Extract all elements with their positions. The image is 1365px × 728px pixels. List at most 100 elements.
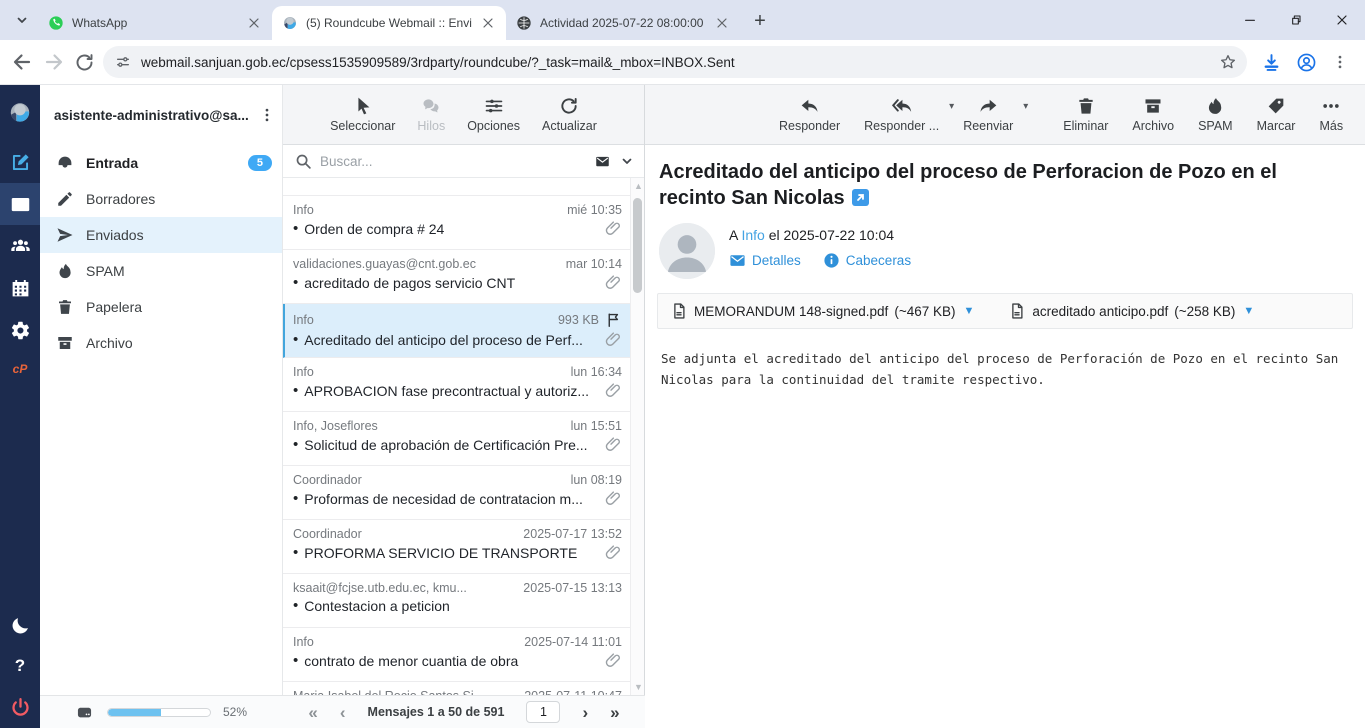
attachment-menu-caret-icon[interactable]: ▼ [964, 305, 975, 317]
new-tab-button[interactable]: + [746, 7, 774, 35]
message-row[interactable]: Info2025-07-14 11:01•contrato de menor c… [283, 628, 630, 682]
reader-reply-button[interactable]: Responder [773, 92, 846, 137]
attachment-size: (~467 KB) [894, 304, 955, 319]
address-bar[interactable]: webmail.sanjuan.gob.ec/cpsess1535909589/… [103, 46, 1247, 78]
reader-trash-button[interactable]: Eliminar [1057, 92, 1114, 137]
tab-title: (5) Roundcube Webmail :: Envia [306, 16, 472, 30]
message-row[interactable]: Info, Josefloreslun 15:51•Solicitud de a… [283, 412, 630, 466]
browser-tab-1[interactable]: WhatsApp [38, 6, 272, 40]
reader-archive-button[interactable]: Archivo [1126, 92, 1180, 137]
restore-button[interactable] [1273, 0, 1319, 40]
scroll-down-icon[interactable]: ▼ [634, 683, 642, 691]
attachment-name[interactable]: acreditado anticipo.pdf [1032, 304, 1168, 319]
reader-more-button[interactable]: Más [1313, 92, 1349, 137]
reply-all-icon [892, 96, 912, 116]
forward-icon[interactable] [42, 50, 66, 74]
search-options-chevron-icon[interactable] [620, 154, 634, 168]
settings-nav-button[interactable] [0, 309, 40, 351]
bookmark-star-icon[interactable] [1219, 53, 1237, 71]
message-row[interactable]: •Información financiera solicitada por B… [283, 178, 630, 196]
attachment-chip[interactable]: acreditado anticipo.pdf(~258 KB)▼ [1008, 302, 1254, 320]
scrollbar-thumb[interactable] [633, 198, 642, 293]
list-scrollbar[interactable]: ▲ ▼ [630, 178, 644, 695]
tab-search-button[interactable] [8, 6, 36, 34]
message-row[interactable]: Info993 KB•Acreditado del anticipo del p… [283, 304, 630, 358]
profile-icon[interactable] [1296, 52, 1317, 73]
list-threads-button[interactable]: Hilos [411, 92, 451, 137]
message-row[interactable]: ksaait@fcjse.utb.edu.ec, kmu...2025-07-1… [283, 574, 630, 628]
account-menu-icon[interactable] [258, 106, 276, 124]
attachment-name[interactable]: MEMORANDUM 148-signed.pdf [694, 304, 888, 319]
headers-toggle[interactable]: Cabeceras [823, 252, 911, 269]
help-button[interactable]: ? [15, 646, 25, 686]
message-date: 993 KB [558, 313, 599, 327]
junk-icon [56, 262, 74, 280]
browser-menu-icon[interactable] [1331, 53, 1349, 71]
contacts-nav-button[interactable] [0, 225, 40, 267]
last-page-button[interactable]: » [610, 704, 619, 721]
minimize-button[interactable] [1227, 0, 1273, 40]
sidebar-item-papelera[interactable]: Papelera [40, 289, 282, 325]
first-page-button[interactable]: « [308, 704, 317, 721]
attachment-menu-caret-icon[interactable]: ▼ [1243, 305, 1254, 317]
logout-button[interactable] [0, 686, 40, 728]
dropdown-caret-icon[interactable]: ▾ [1023, 101, 1028, 112]
downloads-icon[interactable] [1261, 52, 1282, 73]
reader-junk-button[interactable]: SPAM [1192, 92, 1239, 137]
reader-tag-button[interactable]: Marcar [1251, 92, 1302, 137]
button-label: Seleccionar [330, 119, 395, 133]
sidebar-item-archivo[interactable]: Archivo [40, 325, 282, 361]
page-number-input[interactable]: 1 [526, 701, 560, 723]
url-text[interactable]: webmail.sanjuan.gob.ec/cpsess1535909589/… [141, 55, 1209, 70]
dark-mode-button[interactable] [0, 604, 40, 646]
message-list-pane: SeleccionarHilosOpcionesActualizar •Info… [283, 85, 645, 695]
message-date: 2025-07-17 13:52 [523, 527, 622, 541]
browser-tab-2[interactable]: (5) Roundcube Webmail :: Envia [272, 6, 506, 40]
sidebar-item-entrada[interactable]: Entrada5 [40, 145, 282, 181]
sidebar-item-spam[interactable]: SPAM [40, 253, 282, 289]
list-refresh-button[interactable]: Actualizar [536, 92, 603, 137]
tab-close-icon[interactable] [246, 15, 262, 31]
dropdown-caret-icon[interactable]: ▾ [949, 101, 954, 112]
recipient-name[interactable]: Info [741, 227, 764, 243]
browser-tab-3[interactable]: Actividad 2025-07-22 08:00:00 [506, 6, 740, 40]
refresh-icon[interactable] [74, 52, 95, 73]
compose-button[interactable] [0, 141, 40, 183]
open-in-new-window-icon[interactable] [852, 189, 869, 206]
message-row[interactable]: validaciones.guayas@cnt.gob.ecmar 10:14•… [283, 250, 630, 304]
site-settings-icon[interactable] [115, 54, 131, 70]
sidebar-item-enviados[interactable]: Enviados [40, 217, 282, 253]
tab-close-icon[interactable] [480, 15, 496, 31]
next-page-button[interactable]: › [582, 704, 588, 721]
attachment-chip[interactable]: MEMORANDUM 148-signed.pdf (~467 KB) ▼ [670, 302, 974, 320]
message-sender: Info [293, 635, 518, 649]
account-email: asistente-administrativo@sa... [54, 108, 258, 123]
reader-reply-all-button[interactable]: Responder ...▾ [858, 92, 945, 137]
message-row[interactable]: Maria Isabel del Rocio Santos Si...2025-… [283, 682, 630, 695]
cpanel-logo[interactable]: cP [13, 351, 28, 387]
message-recipient-line: A Info el 2025-07-22 10:04 [729, 227, 911, 243]
search-input[interactable] [320, 154, 585, 169]
message-content: Acreditado del anticipo del proceso de P… [645, 145, 1365, 728]
close-button[interactable] [1319, 0, 1365, 40]
back-icon[interactable] [10, 50, 34, 74]
list-options-button[interactable]: Opciones [461, 92, 526, 137]
roundcube-favicon-icon [282, 15, 298, 31]
reader-forward-button[interactable]: Reenviar▾ [957, 92, 1019, 137]
message-row[interactable]: Infomié 10:35•Orden de compra # 24 [283, 196, 630, 250]
list-cursor-button[interactable]: Seleccionar [324, 92, 401, 137]
message-row[interactable]: Coordinadorlun 08:19•Proformas de necesi… [283, 466, 630, 520]
tab-close-icon[interactable] [714, 15, 730, 31]
sidebar-item-borradores[interactable]: Borradores [40, 181, 282, 217]
search-scope-mail-icon[interactable] [593, 154, 612, 169]
calendar-nav-button[interactable] [0, 267, 40, 309]
message-row[interactable]: Coordinador2025-07-17 13:52•PROFORMA SER… [283, 520, 630, 574]
mail-nav-button[interactable] [0, 183, 40, 225]
message-row[interactable]: Infolun 16:34•APROBACION fase precontrac… [283, 358, 630, 412]
details-toggle[interactable]: Detalles [729, 252, 801, 269]
flag-icon[interactable] [605, 311, 622, 328]
prev-page-button[interactable]: ‹ [340, 704, 346, 721]
unread-dot: • [293, 222, 298, 236]
account-row: asistente-administrativo@sa... [40, 85, 282, 145]
scroll-up-icon[interactable]: ▲ [634, 182, 642, 190]
